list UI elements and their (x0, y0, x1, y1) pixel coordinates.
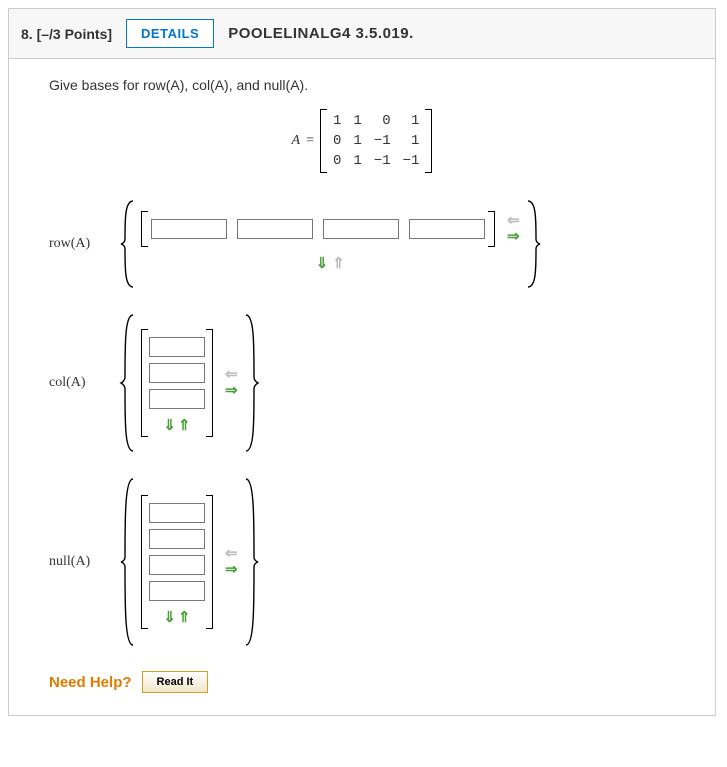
row-vec-entry-4[interactable] (409, 219, 485, 239)
row-vec-entry-2[interactable] (237, 219, 313, 239)
question-number: 8. [–/3 Points] (21, 26, 112, 42)
null-vector-input: ⇓ ⇑ (141, 495, 213, 629)
question-body: Give bases for row(A), col(A), and null(… (9, 59, 715, 715)
row-expand-controls-v: ⇓ ⇑ (316, 257, 345, 271)
question-container: 8. [–/3 Points] DETAILS POOLELINALG4 3.5… (8, 8, 716, 716)
col-expand-controls-h: ⇐ ⇒ (225, 368, 238, 398)
arrow-left-icon[interactable]: ⇐ (507, 214, 520, 228)
question-header: 8. [–/3 Points] DETAILS POOLELINALG4 3.5… (9, 9, 715, 59)
details-button[interactable]: DETAILS (126, 19, 214, 48)
col-vector-input: ⇓ ⇑ (141, 329, 213, 437)
arrow-left-icon[interactable]: ⇐ (225, 368, 238, 382)
null-basis-section: null(A) ⇓ ⇑ ⇐ ⇒ (49, 477, 675, 647)
row-label: row(A) (49, 236, 119, 252)
row-basis-section: row(A) ⇐ ⇒ ⇓ (49, 199, 675, 289)
left-brace (119, 313, 137, 453)
row-expand-controls-h: ⇐ ⇒ (507, 214, 520, 244)
arrow-up-icon[interactable]: ⇑ (178, 611, 191, 625)
matrix-definition: A = 1 0 0 1 1 1 0 −1 −1 (49, 109, 675, 173)
matrix-A: 1 0 0 1 1 1 0 −1 −1 1 1 −1 (320, 109, 432, 173)
null-vec-entry-2[interactable] (149, 529, 205, 549)
arrow-down-icon[interactable]: ⇓ (163, 419, 176, 433)
null-expand-controls-v: ⇓ ⇑ (163, 611, 190, 625)
col-label: col(A) (49, 375, 119, 391)
question-prompt: Give bases for row(A), col(A), and null(… (49, 77, 675, 93)
right-brace (242, 477, 260, 647)
arrow-left-icon[interactable]: ⇐ (225, 547, 238, 561)
read-it-button[interactable]: Read It (142, 671, 209, 693)
col-basis-section: col(A) ⇓ ⇑ ⇐ ⇒ (49, 313, 675, 453)
null-vec-entry-3[interactable] (149, 555, 205, 575)
arrow-right-icon[interactable]: ⇒ (225, 563, 238, 577)
null-vec-entry-1[interactable] (149, 503, 205, 523)
col-vec-entry-1[interactable] (149, 337, 205, 357)
row-vec-entry-3[interactable] (323, 219, 399, 239)
matrix-label: A (292, 133, 301, 149)
arrow-right-icon[interactable]: ⇒ (507, 230, 520, 244)
arrow-up-icon[interactable]: ⇑ (332, 257, 345, 271)
left-brace (119, 477, 137, 647)
row-vec-entry-1[interactable] (151, 219, 227, 239)
col-expand-controls-v: ⇓ ⇑ (163, 419, 190, 433)
null-expand-controls-h: ⇐ ⇒ (225, 547, 238, 577)
null-vec-entry-4[interactable] (149, 581, 205, 601)
col-vec-entry-2[interactable] (149, 363, 205, 383)
col-vec-entry-3[interactable] (149, 389, 205, 409)
question-reference: POOLELINALG4 3.5.019. (228, 25, 414, 42)
need-help-row: Need Help? Read It (49, 671, 675, 693)
right-brace (242, 313, 260, 453)
need-help-label: Need Help? (49, 674, 132, 691)
arrow-up-icon[interactable]: ⇑ (178, 419, 191, 433)
arrow-right-icon[interactable]: ⇒ (225, 384, 238, 398)
equals-sign: = (306, 133, 314, 149)
left-brace (119, 199, 137, 289)
row-vector-input (141, 211, 495, 247)
arrow-down-icon[interactable]: ⇓ (163, 611, 176, 625)
right-brace (524, 199, 542, 289)
null-label: null(A) (49, 554, 119, 570)
arrow-down-icon[interactable]: ⇓ (316, 257, 329, 271)
